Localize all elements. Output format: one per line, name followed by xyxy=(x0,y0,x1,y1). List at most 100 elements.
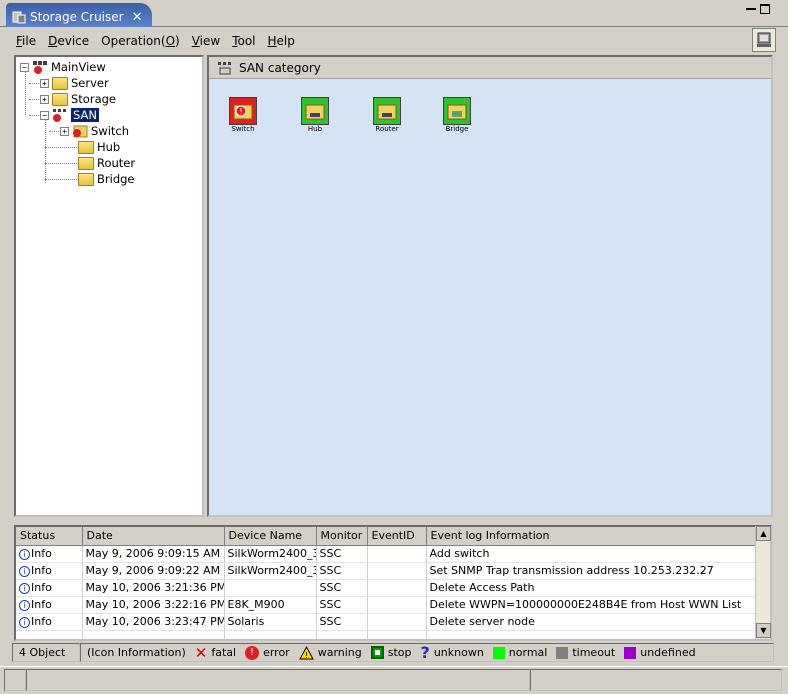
info-icon: i xyxy=(19,565,30,577)
menu-operation[interactable]: Operation(O) xyxy=(95,34,186,48)
table-row xyxy=(16,630,757,639)
log-vertical-scrollbar[interactable]: ▲ ▼ xyxy=(755,526,771,639)
column-header-eventid[interactable]: EventID xyxy=(367,527,427,546)
expand-icon[interactable]: + xyxy=(60,126,69,136)
tree-node-storage[interactable]: + Storage xyxy=(40,91,116,107)
device-cell: Solaris xyxy=(224,613,317,631)
object-count: 4 Object xyxy=(12,643,80,662)
view-window-controls xyxy=(746,4,770,14)
legend-icon-info: (Icon Information) xyxy=(87,646,186,659)
menu-file[interactable]: File xyxy=(10,34,42,48)
tree-node-san[interactable]: − SAN xyxy=(40,107,99,123)
tree-node-router[interactable]: Router xyxy=(78,155,135,171)
legend-label: undefined xyxy=(640,646,696,659)
error-icon: ! xyxy=(245,645,260,660)
storage-folder-icon xyxy=(52,92,68,106)
device-cell: SilkWorm2400_3 xyxy=(224,545,317,563)
tree-label-switch: Switch xyxy=(91,124,130,138)
bridge-folder-icon xyxy=(78,172,94,186)
info-cell: Delete Access Path xyxy=(426,579,757,597)
legend-label: normal xyxy=(508,646,548,659)
san-category-icon xyxy=(218,61,231,74)
info-icon: i xyxy=(19,548,30,560)
collapse-icon[interactable]: − xyxy=(40,110,49,120)
bridge-status-icon xyxy=(443,97,471,125)
table-row[interactable]: i Info May 10, 2006 3:21:36 PM SSC Delete… xyxy=(16,579,757,597)
tree-label-server: Server xyxy=(71,76,109,90)
info-cell: Delete WWPN=100000000E248B4E from Host W… xyxy=(426,596,757,614)
menu-tool[interactable]: Tool xyxy=(226,34,261,48)
tree-label-san: SAN xyxy=(71,108,99,122)
collapse-icon[interactable]: − xyxy=(20,62,29,72)
close-tab-icon[interactable]: ✕ xyxy=(132,10,143,25)
server-folder-icon xyxy=(52,76,68,90)
stop-icon xyxy=(370,646,384,659)
status-segment xyxy=(26,669,530,691)
tab-storage-cruiser[interactable]: Storage Cruiser ✕ xyxy=(6,3,152,27)
eventid-cell xyxy=(367,596,427,614)
tree-label-storage: Storage xyxy=(71,92,116,106)
san-category-pane: SAN category ! Switch Hub Router Bridge xyxy=(207,55,773,517)
unknown-icon: ? xyxy=(420,643,430,662)
date-cell: May 9, 2006 9:09:22 AM xyxy=(82,562,225,580)
column-header-date[interactable]: Date xyxy=(82,527,225,546)
minimize-icon[interactable] xyxy=(746,4,756,10)
tree-node-server[interactable]: + Server xyxy=(40,75,109,91)
router-status-icon xyxy=(373,97,401,125)
legend-normal: normal xyxy=(492,646,548,659)
maximize-icon[interactable] xyxy=(760,4,770,14)
column-header-device-name[interactable]: Device Name xyxy=(224,527,317,546)
info-cell: Add switch xyxy=(426,545,757,563)
legend-stop: stop xyxy=(370,646,412,659)
legend-label: warning xyxy=(317,646,362,659)
status-cell: i Info xyxy=(16,596,83,614)
expand-icon[interactable]: + xyxy=(40,78,49,88)
table-row[interactable]: i Info May 10, 2006 3:22:16 PM E8K_M900 S… xyxy=(16,596,757,614)
tree-node-bridge[interactable]: Bridge xyxy=(78,171,135,187)
table-row[interactable]: i Info May 9, 2006 9:09:22 AM SilkWorm240… xyxy=(16,562,757,580)
expand-icon[interactable]: + xyxy=(40,94,49,104)
agent-toolbar-button[interactable] xyxy=(752,28,776,52)
status-bar xyxy=(0,666,788,692)
info-icon: i xyxy=(19,599,30,611)
category-router[interactable]: Router xyxy=(369,97,405,133)
scroll-up-icon[interactable]: ▲ xyxy=(756,526,771,541)
scroll-down-icon[interactable]: ▼ xyxy=(756,623,771,638)
eventid-cell xyxy=(367,613,427,631)
switch-status-icon: ! xyxy=(229,97,257,125)
device-cell: SilkWorm2400_3 xyxy=(224,562,317,580)
category-label: Hub xyxy=(307,125,323,133)
table-row[interactable]: i Info May 9, 2006 9:09:15 AM SilkWorm240… xyxy=(16,545,757,563)
legend-label: error xyxy=(263,646,290,659)
event-log-table: Status Date Device Name Monitor EventID … xyxy=(14,525,772,641)
menu-view[interactable]: View xyxy=(186,34,226,48)
tree-node-mainview[interactable]: − MainView xyxy=(20,59,106,75)
tree-node-switch[interactable]: + Switch xyxy=(60,123,129,139)
category-hub[interactable]: Hub xyxy=(297,97,333,133)
date-cell: May 10, 2006 3:23:47 PM xyxy=(82,613,225,631)
category-bridge[interactable]: Bridge xyxy=(439,97,475,133)
icon-legend: (Icon Information) ✕ fatal ! error ! war… xyxy=(80,643,774,662)
category-label: Bridge xyxy=(445,125,469,133)
computer-agent-icon xyxy=(757,32,771,47)
column-header-monitor[interactable]: Monitor xyxy=(316,527,368,546)
menu-bar: File Device Operation(O) View Tool Help xyxy=(10,28,780,54)
menu-help[interactable]: Help xyxy=(262,34,301,48)
column-header-event-info[interactable]: Event log Information xyxy=(426,527,757,546)
info-cell: Set SNMP Trap transmission address 10.25… xyxy=(426,562,757,580)
pane-header: SAN category xyxy=(209,57,771,79)
date-cell: May 9, 2006 9:09:15 AM xyxy=(82,545,225,563)
table-row[interactable]: i Info May 10, 2006 3:23:47 PM Solaris SS… xyxy=(16,613,757,631)
menu-device[interactable]: Device xyxy=(42,34,95,48)
legend-label: stop xyxy=(387,646,412,659)
switch-error-folder-icon xyxy=(73,125,88,138)
status-segment xyxy=(4,669,26,691)
monitor-cell: SSC xyxy=(316,562,368,580)
status-cell: i Info xyxy=(16,613,83,631)
category-switch[interactable]: ! Switch xyxy=(225,97,261,133)
tree-label-mainview: MainView xyxy=(51,60,106,74)
mainview-icon xyxy=(33,61,47,74)
column-header-status[interactable]: Status xyxy=(16,527,83,546)
table-header: Status Date Device Name Monitor EventID … xyxy=(16,527,757,546)
tree-node-hub[interactable]: Hub xyxy=(78,139,120,155)
